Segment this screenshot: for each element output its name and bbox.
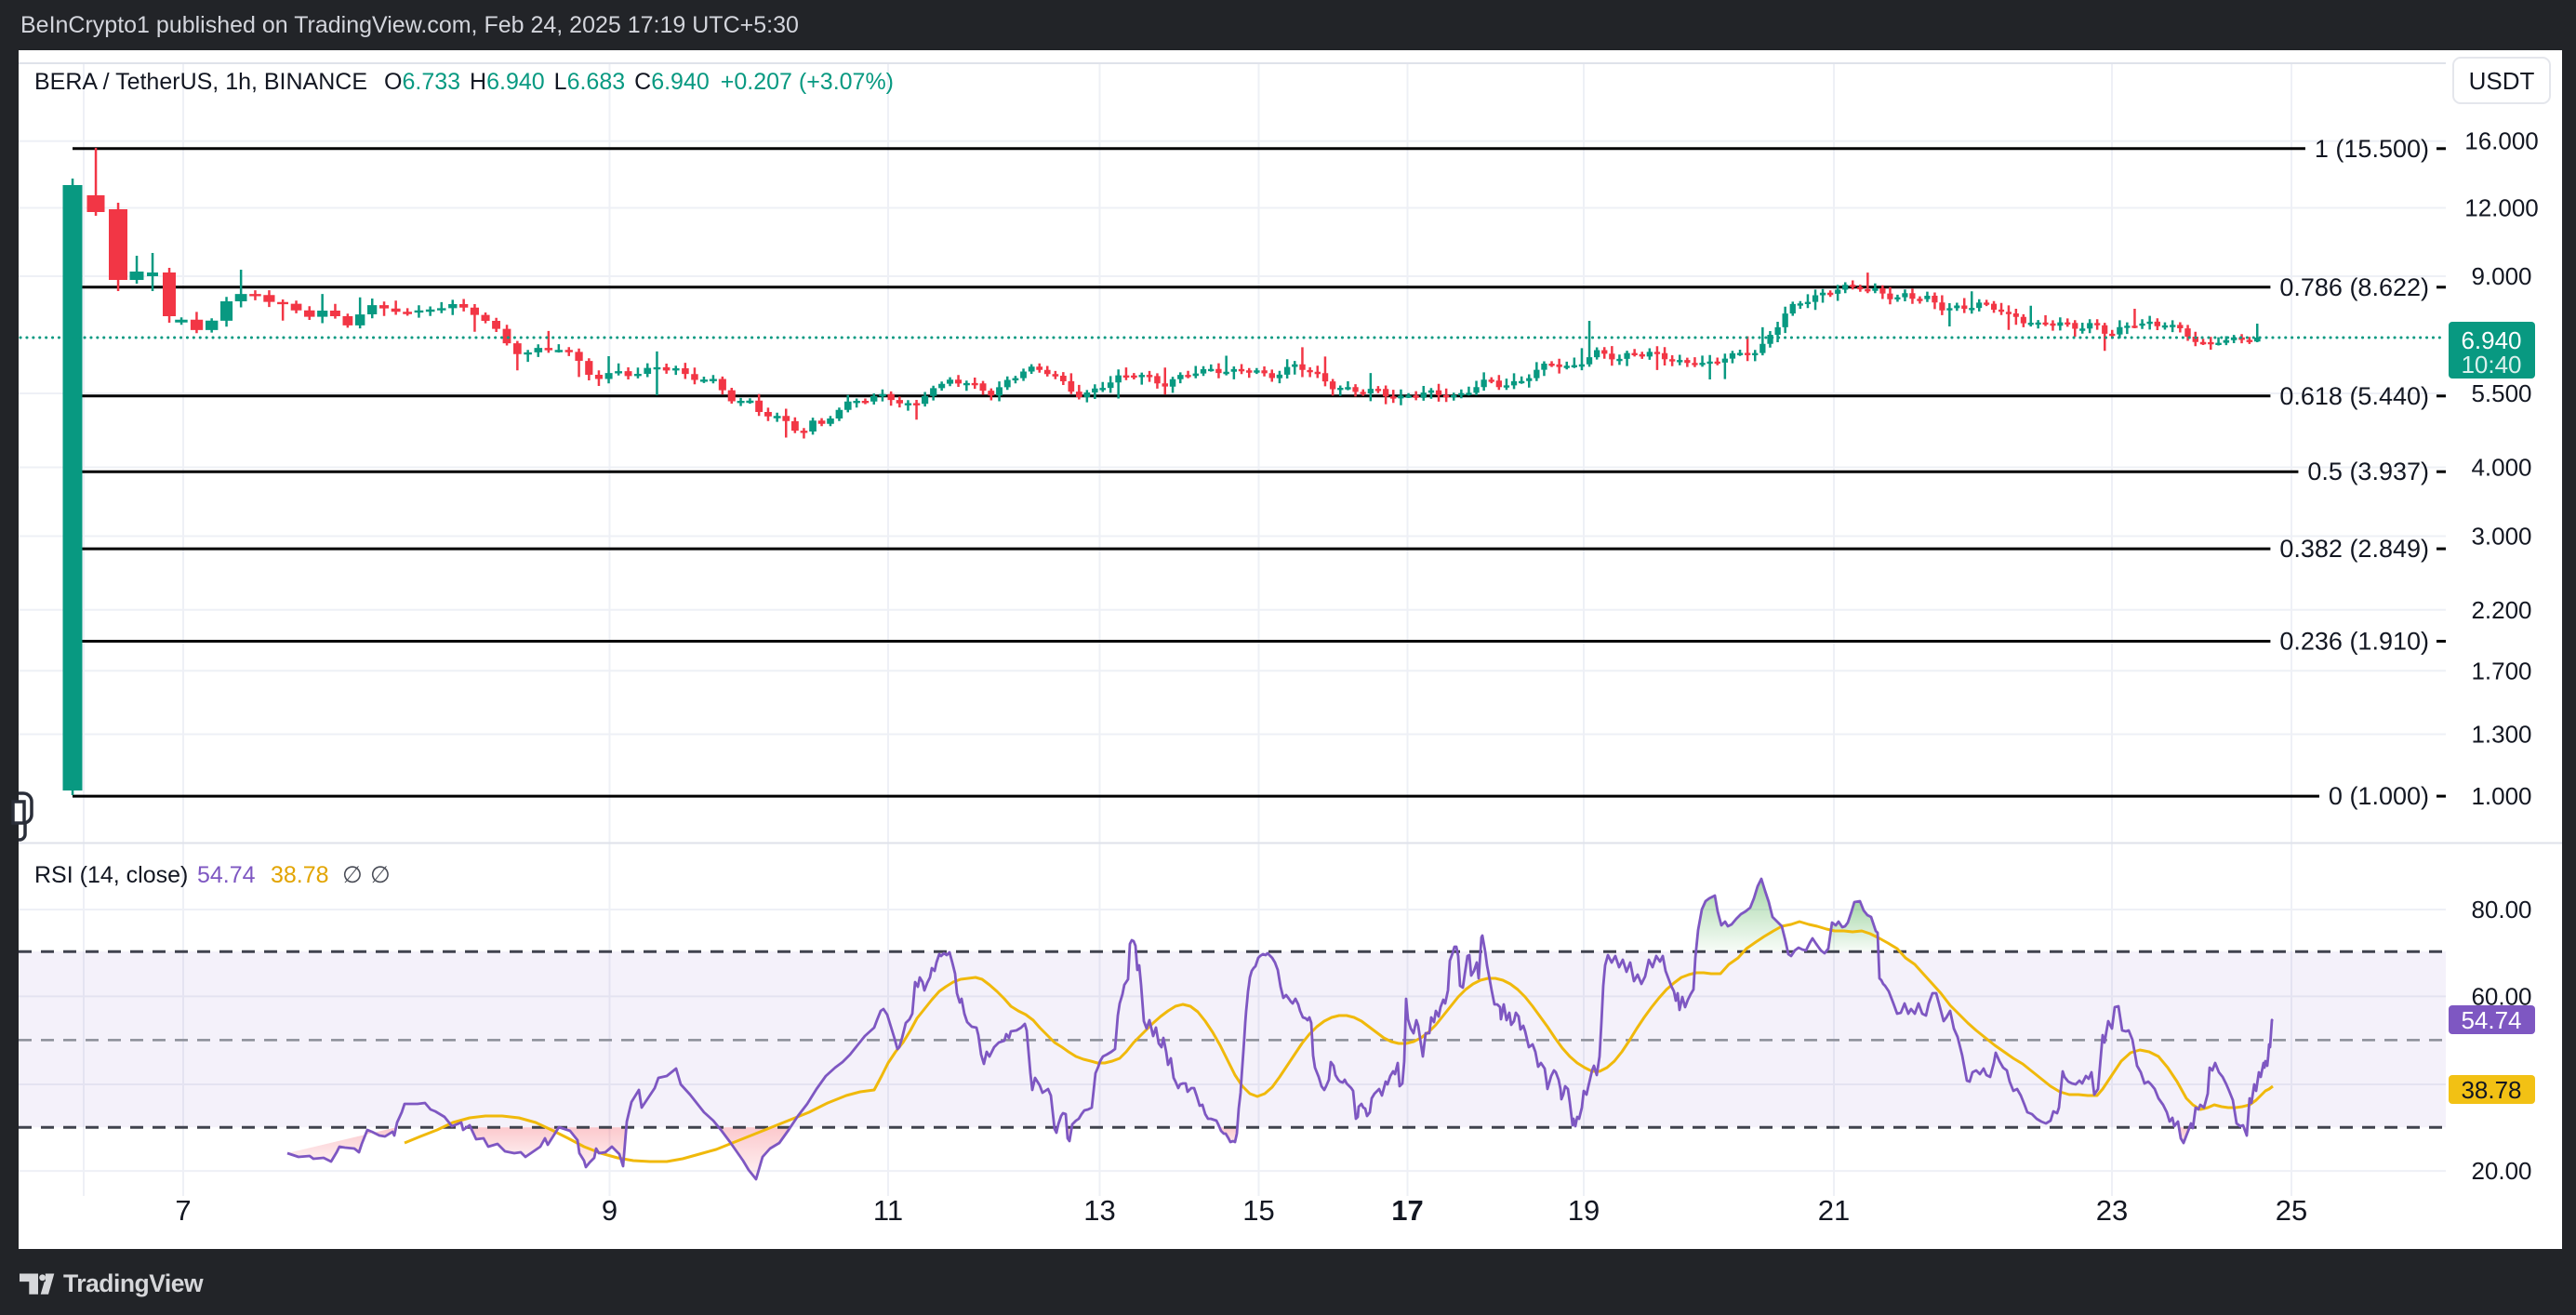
svg-text:0.236 (1.910): 0.236 (1.910) (2279, 628, 2429, 656)
svg-text:9.000: 9.000 (2471, 262, 2531, 290)
svg-text:11: 11 (873, 1194, 903, 1227)
svg-text:5.500: 5.500 (2471, 379, 2531, 407)
svg-text:21: 21 (1818, 1194, 1850, 1227)
svg-text:12.000: 12.000 (2464, 194, 2539, 222)
svg-text:USDT: USDT (2469, 67, 2535, 95)
svg-text:17: 17 (1391, 1194, 1423, 1227)
svg-text:19: 19 (1568, 1194, 1600, 1227)
svg-text:∅: ∅ (370, 862, 391, 888)
svg-text:∅: ∅ (342, 862, 363, 888)
svg-text:0.618 (5.440): 0.618 (5.440) (2279, 382, 2429, 410)
svg-text:9: 9 (602, 1194, 617, 1227)
svg-text:23: 23 (2096, 1194, 2128, 1227)
svg-text:54.74: 54.74 (197, 862, 256, 888)
svg-text:1 (15.500): 1 (15.500) (2315, 135, 2429, 163)
svg-text:7: 7 (175, 1194, 191, 1227)
svg-text:1.000: 1.000 (2471, 782, 2531, 810)
svg-text:4.000: 4.000 (2471, 454, 2531, 482)
svg-text:RSI (14, close): RSI (14, close) (34, 862, 188, 888)
svg-text:0.382 (2.849): 0.382 (2.849) (2279, 535, 2429, 563)
svg-text:0 (1.000): 0 (1.000) (2329, 782, 2429, 810)
svg-text:13: 13 (1083, 1194, 1115, 1227)
svg-text:20.00: 20.00 (2471, 1157, 2531, 1185)
svg-text:2.200: 2.200 (2471, 596, 2531, 624)
svg-text:1.300: 1.300 (2471, 721, 2531, 749)
svg-text:38.78: 38.78 (2461, 1076, 2521, 1104)
svg-text:15: 15 (1242, 1194, 1274, 1227)
svg-text:38.78: 38.78 (271, 862, 329, 888)
svg-text:BERA / TetherUS, 1h, BINANCEO6: BERA / TetherUS, 1h, BINANCEO6.733H6.940… (34, 69, 894, 95)
svg-text:80.00: 80.00 (2471, 896, 2531, 923)
svg-text:TradingView: TradingView (63, 1269, 204, 1297)
svg-text:25: 25 (2276, 1194, 2307, 1227)
svg-text:16.000: 16.000 (2464, 127, 2539, 155)
svg-text:0.5 (3.937): 0.5 (3.937) (2307, 458, 2429, 485)
svg-text:54.74: 54.74 (2461, 1006, 2521, 1034)
svg-text:10:40: 10:40 (2461, 351, 2521, 379)
svg-text:3.000: 3.000 (2471, 523, 2531, 551)
svg-text:0.786 (8.622): 0.786 (8.622) (2279, 273, 2429, 301)
svg-text:1.700: 1.700 (2471, 657, 2531, 684)
